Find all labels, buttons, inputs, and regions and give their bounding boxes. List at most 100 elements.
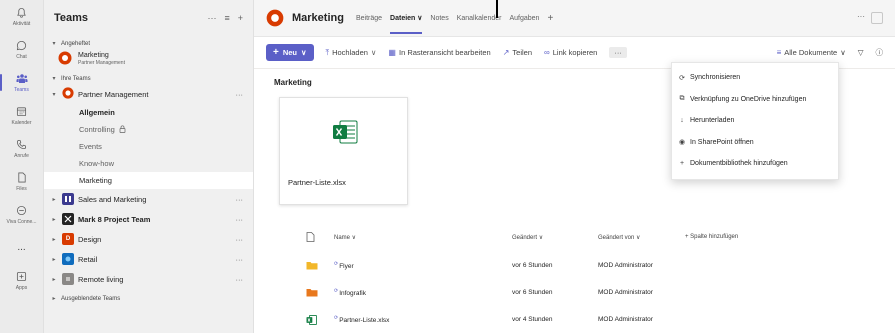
rail-chat[interactable]: Chat <box>0 33 43 66</box>
chevron-right-icon: ▸ <box>52 216 56 223</box>
team-retail[interactable]: ▸ Retail ··· <box>44 249 253 269</box>
menu-item-download[interactable]: ↓ Herunterladen <box>672 110 838 132</box>
team-design[interactable]: ▸ D Design ··· <box>44 229 253 249</box>
team-partner-management[interactable]: ▾ Partner Management ··· <box>44 84 253 104</box>
team-sales-and-marketing[interactable]: ▸ Sales and Marketing ··· <box>44 189 253 209</box>
modified-cell: vor 6 Stunden <box>512 289 553 296</box>
menu-item-label: Dokumentbibliothek hinzufügen <box>690 160 788 168</box>
tab-kanalkalender[interactable]: Kanalkalender <box>457 15 502 22</box>
section-label: Angeheftet <box>61 40 91 47</box>
rail-calls[interactable]: Anrufe <box>0 132 43 165</box>
rail-activity[interactable]: Aktivität <box>0 0 43 33</box>
pinned-channel-marketing[interactable]: Marketing Partner Management <box>44 49 253 71</box>
col-modified-header[interactable]: Geändert ∨ <box>512 234 598 241</box>
modified-by-cell[interactable]: MOD Administrator <box>598 289 685 296</box>
header-more-button[interactable]: ··· <box>857 12 865 24</box>
filter-button[interactable]: ≡ <box>224 13 229 23</box>
tab-beitraege[interactable]: Beiträge <box>356 15 382 22</box>
menu-item-open-sharepoint[interactable]: ◉ In SharePoint öffnen <box>672 132 838 154</box>
copy-link-button[interactable]: ∞ Link kopieren <box>544 48 597 57</box>
teams-icon <box>16 73 28 85</box>
chevron-down-icon: ∨ <box>301 48 307 57</box>
menu-item-label: In SharePoint öffnen <box>690 138 754 146</box>
team-more-button[interactable]: ··· <box>236 275 244 284</box>
team-name: Mark 8 Project Team <box>78 214 151 224</box>
team-name: Sales and Marketing <box>78 194 147 204</box>
rail-teams[interactable]: Teams <box>0 66 43 99</box>
rail-viva[interactable]: Viva Conne... <box>0 198 43 231</box>
tab-aufgaben[interactable]: Aufgaben <box>509 15 539 22</box>
menu-item-add-library[interactable]: + Dokumentbibliothek hinzufügen <box>672 153 838 175</box>
channel-controlling[interactable]: Controlling <box>44 121 253 138</box>
channel-allgemein[interactable]: Allgemein <box>44 104 253 121</box>
modified-by-cell[interactable]: MOD Administrator <box>598 316 685 323</box>
col-name-header[interactable]: Name ∨ <box>334 234 512 241</box>
upload-button[interactable]: ⤒ Hochladen ∨ <box>326 48 377 58</box>
file-name[interactable]: Partner-Liste.xlsx <box>339 317 389 324</box>
team-name: Partner Management <box>78 89 149 99</box>
file-name[interactable]: Flyer <box>339 263 353 270</box>
add-tab-button[interactable]: + <box>547 13 553 24</box>
view-selector[interactable]: ≡ Alle Dokumente ∨ <box>777 48 846 57</box>
grid-icon: ▦ <box>388 48 396 57</box>
more-commands-menu: ⟳ Synchronisieren ⧉ Verknüpfung zu OneDr… <box>671 62 839 180</box>
table-row[interactable]: ⟳Flyer vor 6 Stunden MOD Administrator <box>306 252 895 279</box>
share-button[interactable]: ↗ Teilen <box>503 48 532 57</box>
menu-item-onedrive-shortcut[interactable]: ⧉ Verknüpfung zu OneDrive hinzufügen <box>672 89 838 111</box>
sharepoint-icon: ◉ <box>678 139 686 147</box>
team-more-button[interactable]: ··· <box>236 90 244 99</box>
more-commands-button[interactable]: ··· <box>609 47 627 58</box>
create-team-button[interactable]: + <box>238 13 243 23</box>
team-logo-icon <box>62 87 74 101</box>
rail-files[interactable]: Files <box>0 165 43 198</box>
team-more-button[interactable]: ··· <box>236 235 244 244</box>
grid-edit-label: In Rasteransicht bearbeiten <box>398 48 491 57</box>
tab-notes[interactable]: Notes <box>430 15 448 22</box>
channel-name: Marketing <box>79 176 112 185</box>
team-mark-8[interactable]: ▸ Mark 8 Project Team ··· <box>44 209 253 229</box>
your-teams-toggle[interactable]: ▾ Ihre Teams <box>44 71 253 84</box>
channel-marketing[interactable]: Marketing <box>44 172 253 189</box>
add-column-button[interactable]: + Spalte hinzufügen <box>685 234 738 240</box>
team-more-button[interactable]: ··· <box>236 195 244 204</box>
new-button[interactable]: + Neu ∨ <box>266 44 314 61</box>
team-name: Retail <box>78 254 98 264</box>
rail-label: Chat <box>16 53 27 60</box>
col-modified-by-header[interactable]: Geändert von ∨ <box>598 234 685 241</box>
team-avatar <box>62 193 74 205</box>
team-remote-living[interactable]: ▸ Remote living ··· <box>44 269 253 289</box>
more-options-button[interactable]: ··· <box>207 13 216 23</box>
rail-more[interactable]: ... <box>0 231 43 264</box>
team-avatar <box>62 273 74 285</box>
chevron-right-icon: ▸ <box>52 196 56 203</box>
info-icon[interactable]: ⓘ <box>876 47 884 58</box>
table-row[interactable]: ⟳Partner-Liste.xlsx vor 4 Stunden MOD Ad… <box>306 306 895 333</box>
upload-icon: ⤒ <box>325 47 330 57</box>
team-more-button[interactable]: ··· <box>236 255 244 264</box>
rail-apps[interactable]: Apps <box>0 264 43 297</box>
file-tile[interactable]: Partner-Liste.xlsx <box>279 97 408 205</box>
grid-edit-button[interactable]: ▦ In Rasteransicht bearbeiten <box>388 48 490 57</box>
channel-name: Events <box>79 142 102 151</box>
table-row[interactable]: ⟳Infografik vor 6 Stunden MOD Administra… <box>306 279 895 306</box>
pinned-section-toggle[interactable]: ▾ Angeheftet <box>44 36 253 49</box>
breadcrumb[interactable]: Marketing <box>274 78 312 87</box>
rail-label: Apps <box>15 284 28 291</box>
sync-status-icon: ⟳ <box>334 314 339 321</box>
menu-item-sync[interactable]: ⟳ Synchronisieren <box>672 67 838 89</box>
lock-icon <box>119 125 126 135</box>
hidden-teams-toggle[interactable]: ▸ Ausgeblendete Teams <box>44 289 253 304</box>
team-more-button[interactable]: ··· <box>236 215 244 224</box>
rail-label: Kalender <box>11 119 32 126</box>
channel-events[interactable]: Events <box>44 138 253 155</box>
chevron-down-icon: ▾ <box>52 41 56 47</box>
tab-dateien[interactable]: Dateien ∨ <box>390 14 423 34</box>
video-icon[interactable] <box>871 12 883 24</box>
filter-icon[interactable]: ▽ <box>858 48 864 57</box>
apps-icon <box>16 271 28 283</box>
rail-calendar[interactable]: Kalender <box>0 99 43 132</box>
modified-by-cell[interactable]: MOD Administrator <box>598 262 685 269</box>
channel-know-how[interactable]: Know-how <box>44 155 253 172</box>
file-name[interactable]: Infografik <box>339 290 366 297</box>
rail-label: Teams <box>14 86 29 93</box>
